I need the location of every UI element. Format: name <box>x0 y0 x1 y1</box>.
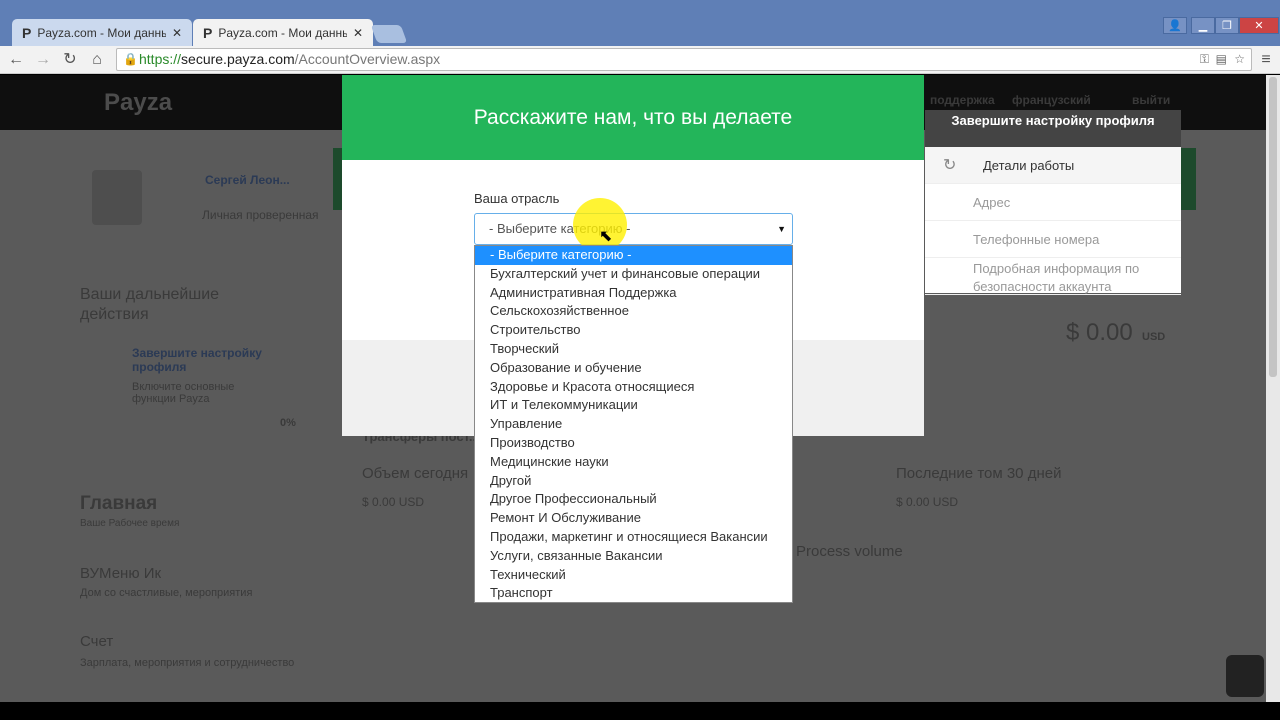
browser-tab-2[interactable]: P Payza.com - Мои данные ✕ <box>193 19 373 46</box>
industry-option[interactable]: Другой <box>475 472 792 491</box>
reload-icon[interactable]: ↻ <box>60 50 80 70</box>
new-tab-button[interactable] <box>370 25 408 43</box>
tab-close-icon[interactable]: ✕ <box>353 26 363 40</box>
menu-icon[interactable]: ≡ <box>1256 50 1276 70</box>
industry-option[interactable]: Продажи, маркетинг и относящиеся Ваканси… <box>475 528 792 547</box>
main-title: Главная <box>80 493 158 514</box>
dropdown-caret-icon: ▼ <box>777 224 786 234</box>
lock-icon: 🔒 <box>123 52 138 66</box>
setup-step-label: Телефонные номера <box>973 232 1100 247</box>
payza-logo[interactable]: Payza <box>104 89 172 117</box>
payza-favicon-icon: P <box>203 24 213 41</box>
tab-title: Payza.com - Мои данные <box>218 25 347 40</box>
payza-favicon-icon: P <box>22 24 32 41</box>
star-icon[interactable]: ☆ <box>1234 49 1245 70</box>
process-volume-button[interactable]: Process volume <box>796 543 903 560</box>
page-scrollbar[interactable] <box>1266 75 1280 702</box>
nav-logout-link[interactable]: выйти <box>1132 93 1170 107</box>
url-scheme: https:// <box>139 51 182 67</box>
window-close-icon[interactable]: ✕ <box>1239 17 1279 34</box>
industry-option[interactable]: Административная Поддержка <box>475 284 792 303</box>
maximize-icon[interactable]: ❐ <box>1215 17 1239 34</box>
page-icon[interactable]: ▤ <box>1216 49 1227 70</box>
industry-option[interactable]: Медицинские науки <box>475 453 792 472</box>
modal-title: Расскажите нам, что вы делаете <box>342 75 924 160</box>
industry-option[interactable]: Технический <box>475 566 792 585</box>
screen-bottom-bar <box>0 702 1280 720</box>
setup-step-work-details[interactable]: ↻ Детали работы <box>925 147 1181 184</box>
address-bar[interactable]: 🔒 https://secure.payza.com/AccountOvervi… <box>116 48 1252 71</box>
industry-option[interactable]: Ремонт И Обслуживание <box>475 509 792 528</box>
industry-option[interactable]: ИТ и Телекоммуникации <box>475 396 792 415</box>
scrollbar-thumb[interactable] <box>1269 77 1277 377</box>
refresh-icon: ↻ <box>943 157 957 174</box>
user-icon[interactable]: 👤 <box>1163 17 1187 34</box>
progress-percent: 0% <box>280 417 296 429</box>
industry-option[interactable]: Транспорт <box>475 584 792 603</box>
notice-bar-right <box>1181 148 1196 210</box>
url-path: /AccountOverview.aspx <box>294 51 441 67</box>
industry-option[interactable]: Бухгалтерский учет и финансовые операции <box>475 265 792 284</box>
industry-option[interactable]: Производство <box>475 434 792 453</box>
setup-step-label: Детали работы <box>983 158 1075 173</box>
balance-amount: $ 0.00 <box>1066 319 1133 346</box>
browser-titlebar: P Payza.com - Мои данные ✕ P Payza.com -… <box>0 0 1280 46</box>
minimize-icon[interactable]: ▁ <box>1191 17 1215 34</box>
industry-option[interactable]: - Выберите категорию - <box>475 246 792 265</box>
last-30-days-label: Последние том 30 дней <box>896 465 1062 482</box>
menu-item-2[interactable]: Счет <box>80 633 113 650</box>
actions-title: Ваши дальнейшие действия <box>80 286 220 323</box>
shield-icon[interactable] <box>1226 655 1264 697</box>
industry-option[interactable]: Образование и обучение <box>475 359 792 378</box>
setup-profile-subtext: Включите основные функции Payza <box>132 381 235 405</box>
nav-language-link[interactable]: французский <box>1012 93 1091 107</box>
back-arrow-icon[interactable]: ← <box>6 50 26 70</box>
browser-toolbar: ← → ↻ ⌂ 🔒 https://secure.payza.com/Accou… <box>0 46 1280 74</box>
setup-profile-panel: Завершите настройку профиля ↻ Детали раб… <box>925 110 1181 295</box>
setup-profile-link[interactable]: Завершите настройку профиля <box>132 346 302 374</box>
tab-close-icon[interactable]: ✕ <box>172 26 182 40</box>
industry-option[interactable]: Управление <box>475 415 792 434</box>
industry-option[interactable]: Здоровье и Красота относящиеся <box>475 378 792 397</box>
mouse-cursor-icon: ⬉ <box>599 228 613 245</box>
industry-option[interactable]: Сельскохозяйственное <box>475 302 792 321</box>
url-host: secure.payza.com <box>181 51 295 67</box>
browser-tab-1[interactable]: P Payza.com - Мои данные ✕ <box>12 19 192 46</box>
industry-option[interactable]: Строительство <box>475 321 792 340</box>
nav-support-link[interactable]: поддержка <box>930 93 995 107</box>
setup-step-label: Подробная информация по безопасности акк… <box>973 261 1140 294</box>
industry-field-label: Ваша отрасль <box>474 191 560 206</box>
setup-step-label: Адрес <box>973 195 1011 210</box>
menu-item-2-subtext: Зарплата, мероприятия и сотрудничество <box>80 657 295 669</box>
setup-step-security[interactable]: Подробная информация по безопасности акк… <box>925 258 1181 295</box>
industry-option[interactable]: Творческий <box>475 340 792 359</box>
key-icon[interactable]: ⚿ <box>1200 49 1209 70</box>
main-subtitle: Ваше Рабочее время <box>80 518 180 529</box>
volume-today-value: $ 0.00 USD <box>362 495 425 509</box>
forward-arrow-icon[interactable]: → <box>33 50 53 70</box>
industry-option[interactable]: Другое Профессиональный <box>475 490 792 509</box>
home-icon[interactable]: ⌂ <box>87 50 107 70</box>
tab-title: Payza.com - Мои данные <box>37 25 166 40</box>
balance-currency: USD <box>1142 331 1166 343</box>
menu-item-1-subtext: Дом со счастливые, мероприятия <box>80 587 253 599</box>
menu-item-1[interactable]: ВУМеню Ик <box>80 565 161 582</box>
user-status: Личная проверенная <box>202 208 319 222</box>
setup-panel-header: Завершите настройку профиля <box>925 110 1181 147</box>
volume-today-label: Объем сегодня <box>362 465 469 482</box>
last-30-days-value: $ 0.00 USD <box>896 495 959 509</box>
industry-options-list[interactable]: - Выберите категорию - Бухгалтерский учет… <box>474 245 793 603</box>
avatar <box>92 170 142 225</box>
setup-step-address[interactable]: Адрес <box>925 184 1181 221</box>
industry-option[interactable]: Услуги, связанные Вакансии <box>475 547 792 566</box>
setup-step-phones[interactable]: Телефонные номера <box>925 221 1181 258</box>
user-name[interactable]: Сергей Леон... <box>205 173 290 187</box>
industry-select[interactable]: - Выберите категорию - ▼ <box>474 213 793 245</box>
